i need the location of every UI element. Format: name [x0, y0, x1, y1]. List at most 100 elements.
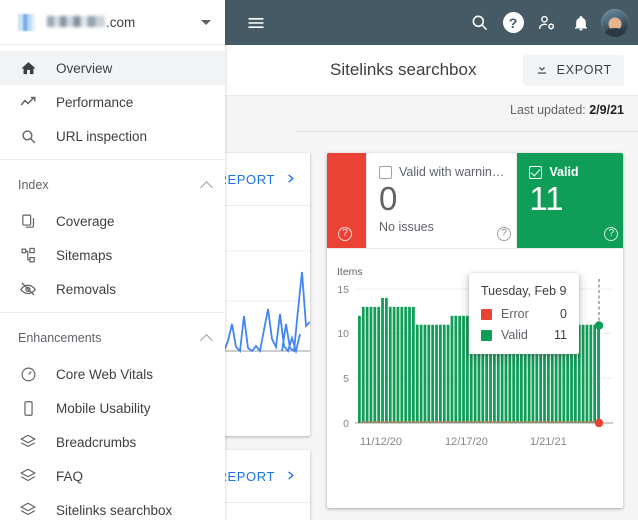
status-tile-warning[interactable]: Valid with warnin… 0 No issues ? [367, 153, 518, 248]
chart-bar [365, 306, 369, 423]
status-tile-warning-sub: No issues [379, 220, 434, 235]
sitemap-icon [18, 245, 38, 265]
sidebar-section-label: Index [18, 178, 49, 192]
tooltip-row-valid: Valid 11 [481, 328, 567, 342]
chevron-down-icon[interactable] [201, 19, 211, 25]
hamburger-icon[interactable] [239, 6, 273, 40]
site-favicon-icon [18, 13, 35, 31]
chevron-right-icon [285, 469, 296, 484]
header-divider [296, 131, 638, 132]
tooltip-error-label: Error [501, 307, 529, 321]
sidebar: .com Overview Performance URL inspection… [0, 0, 225, 520]
last-updated-prefix: Last updated: [510, 103, 590, 117]
chart-bar [358, 315, 361, 423]
chart-ylabel: Items [337, 266, 363, 278]
sidebar-item-coverage[interactable]: Coverage [0, 204, 225, 238]
chevron-up-icon[interactable] [200, 333, 213, 347]
export-button[interactable]: EXPORT [522, 54, 624, 86]
sidebar-section-enhancements[interactable]: Enhancements [0, 319, 225, 357]
sidebar-item-label: URL inspection [56, 128, 148, 144]
sidebar-item-sitelinks-searchbox[interactable]: Sitelinks searchbox [0, 493, 225, 520]
app-root: Sitelinks searchbox EXPORT Last updated:… [0, 0, 638, 520]
chart-tooltip: Tuesday, Feb 9 Error 0 Valid 11 [469, 273, 579, 354]
svg-text:1/21/21: 1/21/21 [530, 436, 567, 448]
sidebar-item-sitemaps[interactable]: Sitemaps [0, 238, 225, 272]
chart-bar [581, 324, 585, 423]
sidebar-section-label: Enhancements [18, 331, 102, 345]
status-tile-valid-label: Valid [549, 165, 579, 179]
status-tile-valid-head: Valid [529, 165, 615, 179]
chart-bar [442, 324, 446, 423]
chart-bar [361, 306, 365, 423]
sidebar-item-url-inspection[interactable]: URL inspection [0, 119, 225, 153]
status-tile-valid-value: 11 [529, 180, 564, 217]
sidebar-item-faq[interactable]: FAQ [0, 459, 225, 493]
chevron-up-icon[interactable] [200, 180, 213, 194]
chart-point-error [594, 418, 604, 428]
chart-bar [396, 306, 400, 423]
property-name: .com [47, 15, 201, 30]
account-settings-icon[interactable] [530, 6, 564, 40]
chevron-right-icon [285, 172, 296, 187]
legend-swatch-valid [481, 329, 492, 341]
help-glyph: ? [502, 12, 524, 33]
svg-text:5: 5 [343, 373, 349, 385]
status-tile-error[interactable]: ? [327, 153, 367, 248]
sidebar-item-mobile-usability[interactable]: Mobile Usability [0, 391, 225, 425]
tooltip-date: Tuesday, Feb 9 [481, 284, 567, 298]
tooltip-row-error: Error 0 [481, 307, 567, 321]
chart-bar [392, 306, 396, 423]
help-icon[interactable]: ? [497, 227, 511, 241]
tooltip-error-value: 0 [560, 307, 567, 321]
help-icon[interactable]: ? [604, 227, 619, 241]
sidebar-item-performance[interactable]: Performance [0, 85, 225, 119]
checkbox-checked-icon[interactable] [529, 165, 543, 179]
open-report-link-a[interactable]: REPORT [217, 172, 296, 187]
sidebar-item-breadcrumbs[interactable]: Breadcrumbs [0, 425, 225, 459]
chart-bar [427, 324, 431, 423]
trending-up-icon [18, 92, 38, 112]
chart-bar [423, 324, 427, 423]
status-tile-warning-head: Valid with warnin… [379, 165, 504, 179]
sidebar-group-index: Index Coverage Sitemaps Removals [0, 160, 225, 313]
sidebar-section-index[interactable]: Index [0, 166, 225, 204]
property-name-suffix: .com [106, 14, 136, 30]
chart-bar [431, 324, 435, 423]
mobile-icon [18, 398, 38, 418]
chart-point-valid [594, 321, 604, 330]
notifications-icon[interactable] [564, 6, 598, 40]
sidebar-item-label: Sitemaps [56, 247, 113, 263]
sidebar-item-label: Sitelinks searchbox [56, 502, 173, 518]
chart-bar [458, 315, 462, 423]
status-tile-valid[interactable]: Valid 11 ? [517, 153, 623, 248]
checkbox-unchecked-icon[interactable] [379, 165, 392, 179]
documents-icon [18, 211, 38, 231]
svg-text:15: 15 [337, 284, 349, 296]
tooltip-valid-label: Valid [501, 328, 528, 342]
chart-bar [385, 297, 388, 423]
sidebar-item-label: Removals [56, 281, 117, 297]
chart-bar [589, 324, 593, 423]
sidebar-item-label: Mobile Usability [56, 400, 151, 416]
property-picker[interactable]: .com [0, 0, 225, 45]
sidebar-item-overview[interactable]: Overview [0, 51, 225, 85]
open-report-link-b[interactable]: REPORT [217, 469, 296, 484]
status-tiles: ? Valid with warnin… 0 No issues ? Valid [327, 153, 623, 249]
search-icon[interactable] [462, 6, 496, 40]
status-tile-warning-value: 0 [379, 180, 398, 217]
svg-text:0: 0 [343, 418, 349, 430]
sidebar-item-removals[interactable]: Removals [0, 272, 225, 306]
chart-yticks: 15 10 5 0 [337, 284, 349, 430]
help-icon[interactable]: ? [496, 6, 530, 40]
sidebar-item-core-web-vitals[interactable]: Core Web Vitals [0, 357, 225, 391]
status-tile-warning-label: Valid with warnin… [399, 165, 505, 179]
chart-bar [404, 306, 408, 423]
chart-bar [381, 297, 384, 423]
help-icon[interactable]: ? [338, 227, 352, 241]
avatar[interactable] [598, 6, 632, 40]
last-updated: Last updated: 2/9/21 [510, 103, 624, 117]
svg-text:12/17/20: 12/17/20 [445, 436, 488, 448]
sidebar-item-label: Breadcrumbs [56, 434, 137, 450]
app-bar-right: ? [225, 0, 638, 45]
chart-xticks: 11/12/20 12/17/20 1/21/21 [360, 436, 567, 448]
